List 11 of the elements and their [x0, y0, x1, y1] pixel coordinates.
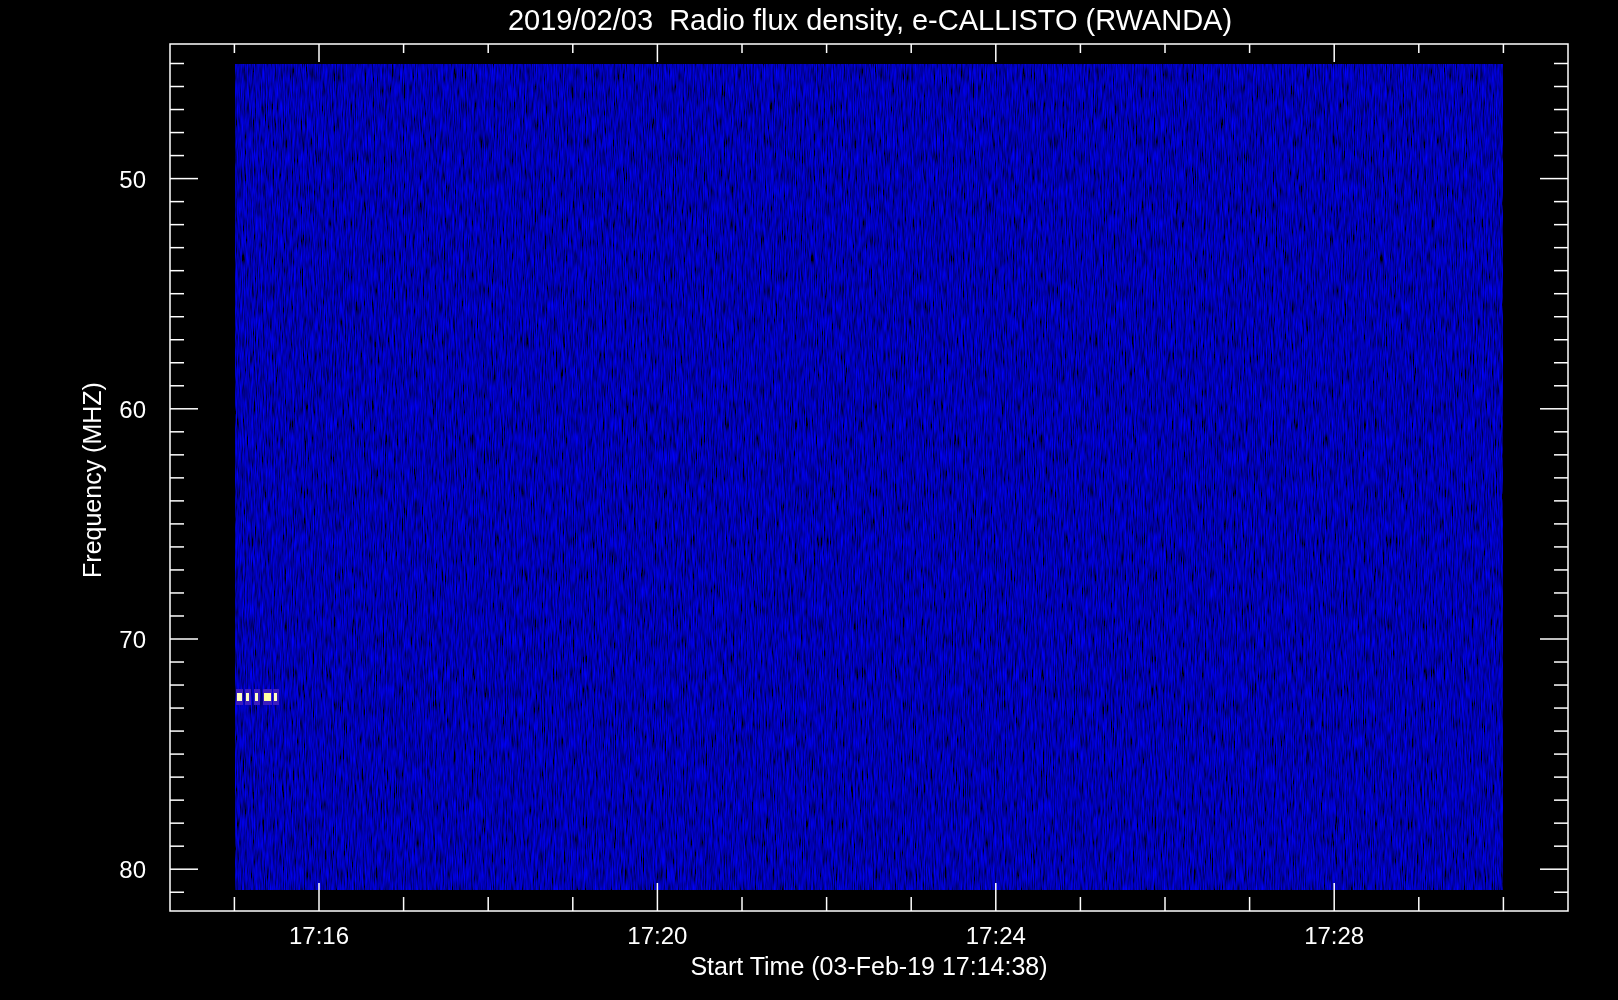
- x-tick-label: 17:28: [1304, 922, 1365, 949]
- x-tick-label: 17:20: [627, 922, 688, 949]
- y-tick-label: 50: [119, 165, 146, 193]
- y-tick-label: 70: [119, 626, 146, 653]
- plot-title: 2019/02/03 Radio flux density, e-CALLISTO (RWANDA): [507, 4, 1233, 36]
- y-tick-label: 60: [119, 395, 146, 423]
- y-tick-label: 80: [119, 856, 146, 884]
- x-axis-label: Start Time (03-Feb-19 17:14:38): [690, 952, 1048, 980]
- x-tick-label: 17:24: [965, 922, 1026, 949]
- y-axis-label: Frequency (MHZ): [78, 382, 106, 578]
- x-tick-label: 17:16: [288, 922, 350, 949]
